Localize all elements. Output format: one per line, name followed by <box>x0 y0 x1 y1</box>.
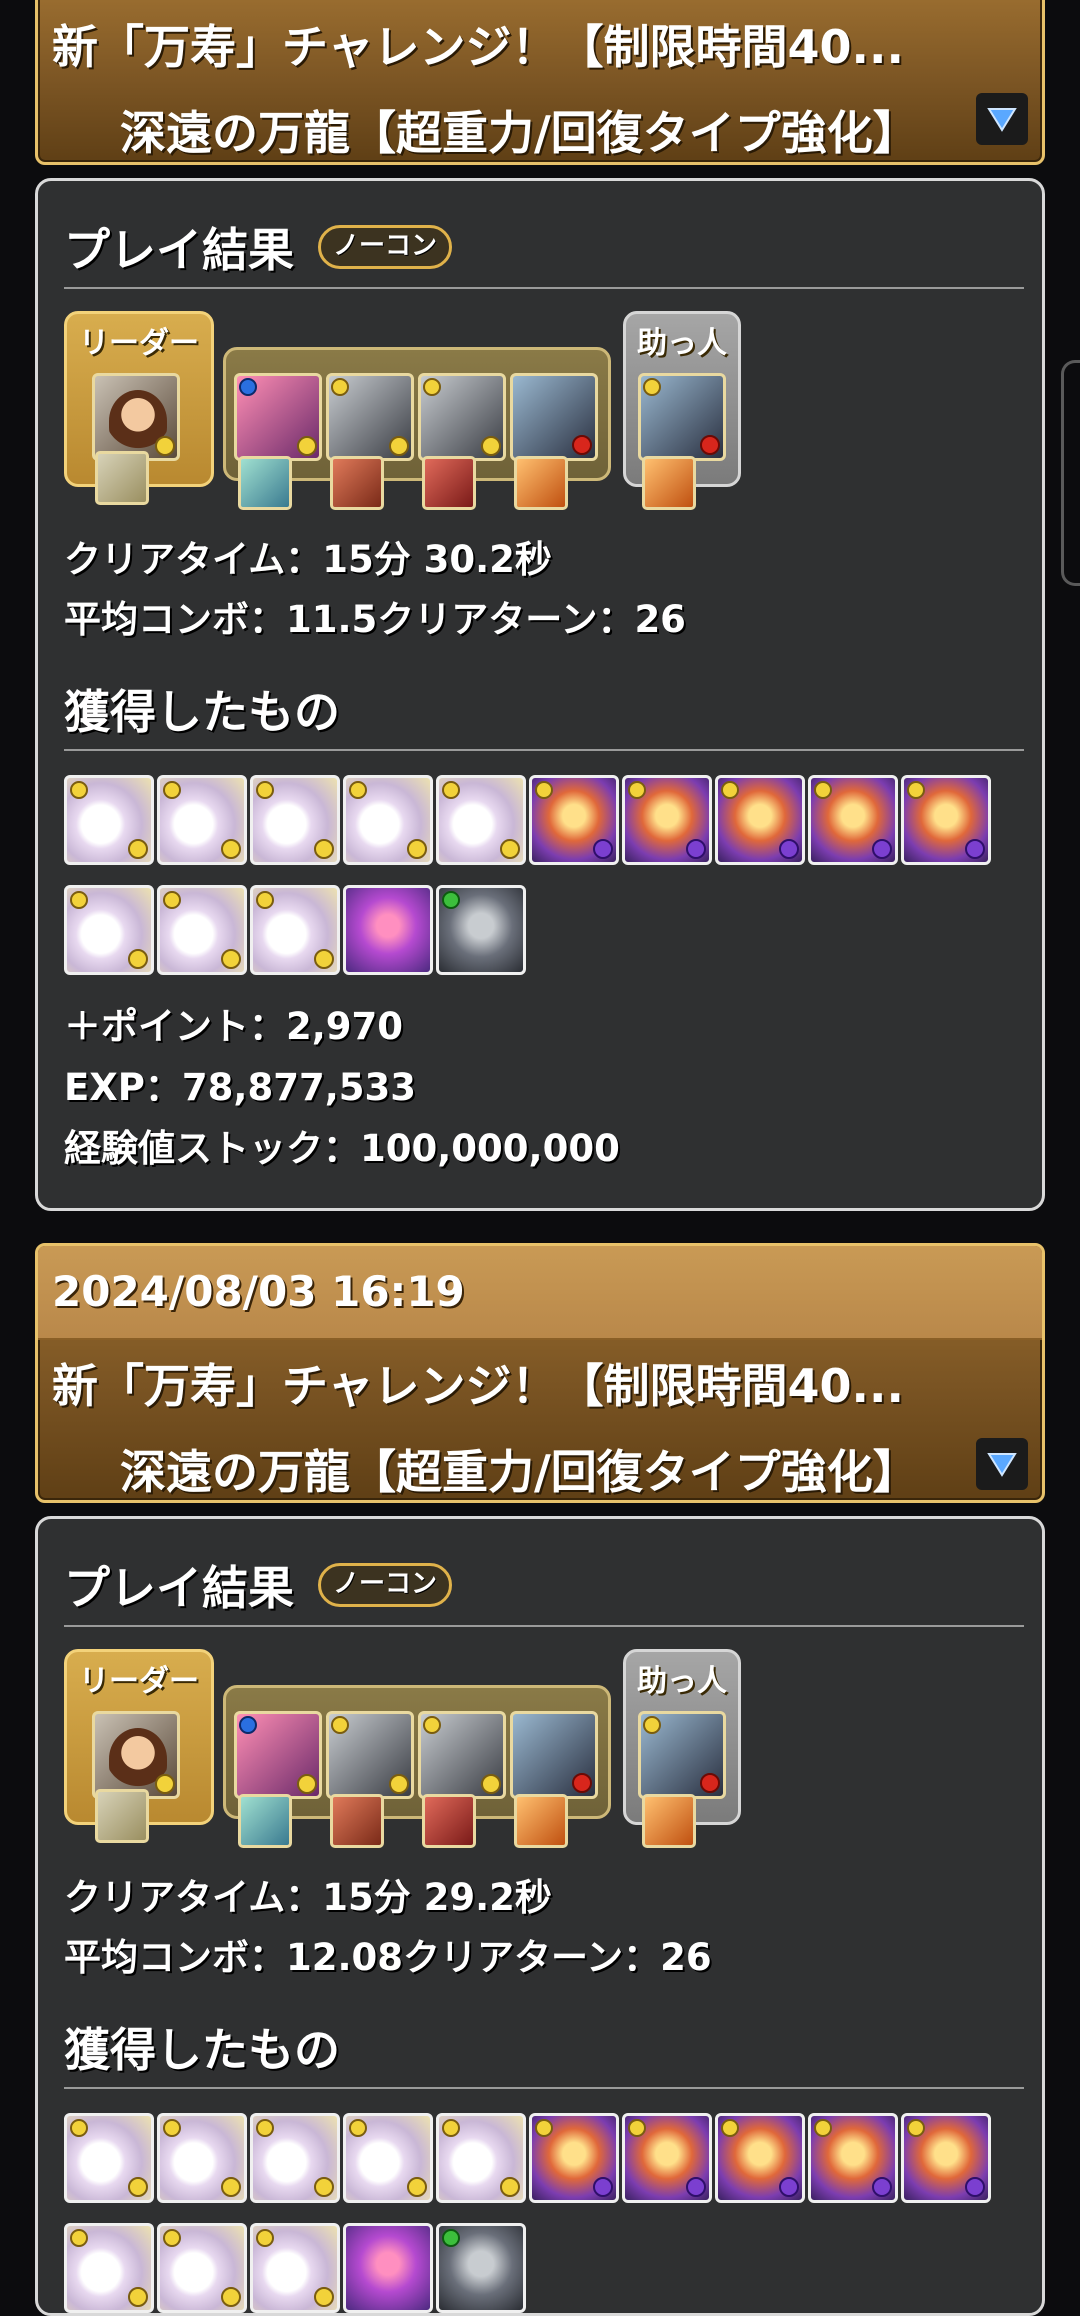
reward-mask-icon[interactable] <box>436 885 526 975</box>
play-date: 2024/08/03 16:19 <box>38 1246 1042 1340</box>
divider <box>64 749 1024 751</box>
dungeon-history-page: 新「万寿」チャレンジ！【制限時間40... 深遠の万龍【超重力/回復タイプ強化】… <box>0 0 1080 2316</box>
leader-label: リーダー <box>79 326 199 361</box>
result-heading: プレイ結果 <box>64 223 294 277</box>
dungeon-header-2[interactable]: 2024/08/03 16:19 新「万寿」チャレンジ！【制限時間40... 深… <box>35 1243 1045 1503</box>
reward-egg-icon[interactable] <box>250 775 340 865</box>
reward-dragon-icon[interactable] <box>808 2113 898 2203</box>
sub-monster-1-icon[interactable] <box>234 1711 322 1799</box>
reward-egg-icon[interactable] <box>157 775 247 865</box>
leader-monster-icon[interactable] <box>92 373 180 461</box>
sub-monster-4-icon[interactable] <box>510 373 598 461</box>
reward-egg-icon[interactable] <box>343 2113 433 2203</box>
reward-mask-icon[interactable] <box>436 2223 526 2313</box>
combo-and-turns: 平均コンボ：12.08クリアターン：26 <box>64 1936 712 1979</box>
reward-dragon-icon[interactable] <box>715 775 805 865</box>
reward-egg-icon[interactable] <box>157 2223 247 2313</box>
leader-monster-icon[interactable] <box>92 1711 180 1799</box>
exp-stock: 経験値ストック：100,000,000 <box>64 1127 620 1170</box>
floor-title: 深遠の万龍【超重力/回復タイプ強化】 <box>120 106 919 160</box>
reward-egg-icon[interactable] <box>157 2113 247 2203</box>
result-heading: プレイ結果 <box>64 1561 294 1615</box>
clear-time: クリアタイム：15分 29.2秒 <box>64 1876 552 1919</box>
divider <box>64 2087 1024 2089</box>
leader-assist-icon[interactable] <box>95 1789 149 1843</box>
reward-egg-icon[interactable] <box>250 2113 340 2203</box>
sub-assist-4-icon[interactable] <box>514 1794 568 1848</box>
reward-dragon-icon[interactable] <box>529 775 619 865</box>
sub-assist-2-icon[interactable] <box>330 456 384 510</box>
reward-egg-icon[interactable] <box>436 2113 526 2203</box>
helper-label: 助っ人 <box>637 1664 727 1699</box>
floor-title: 深遠の万龍【超重力/回復タイプ強化】 <box>120 1445 919 1499</box>
reward-egg-icon[interactable] <box>250 885 340 975</box>
no-continue-badge: ノーコン <box>318 1563 453 1607</box>
scrollbar[interactable] <box>1061 360 1080 586</box>
helper-assist-icon[interactable] <box>642 456 696 510</box>
reward-dragon-icon[interactable] <box>808 775 898 865</box>
rewards-heading: 獲得したもの <box>64 2023 340 2077</box>
reward-demon-icon[interactable] <box>343 885 433 975</box>
divider <box>64 287 1024 289</box>
sub-assist-1-icon[interactable] <box>238 1794 292 1848</box>
sub-monster-1-icon[interactable] <box>234 373 322 461</box>
expand-button[interactable] <box>976 1438 1028 1490</box>
no-continue-badge: ノーコン <box>318 225 453 269</box>
exp-gained: EXP：78,877,533 <box>64 1066 416 1109</box>
helper-assist-icon[interactable] <box>642 1794 696 1848</box>
reward-egg-icon[interactable] <box>157 885 247 975</box>
sub-monster-2-icon[interactable] <box>326 373 414 461</box>
helper-monster-icon[interactable] <box>638 373 726 461</box>
combo-and-turns: 平均コンボ：11.5クリアターン：26 <box>64 598 686 641</box>
reward-egg-icon[interactable] <box>64 885 154 975</box>
triangle-down-icon <box>987 1453 1017 1477</box>
reward-egg-icon[interactable] <box>64 2223 154 2313</box>
sub-assist-4-icon[interactable] <box>514 456 568 510</box>
divider <box>64 1625 1024 1627</box>
reward-dragon-icon[interactable] <box>901 775 991 865</box>
sub-monster-3-icon[interactable] <box>418 373 506 461</box>
helper-label: 助っ人 <box>637 326 727 361</box>
sub-assist-2-icon[interactable] <box>330 1794 384 1848</box>
plus-points: ＋ポイント：2,970 <box>64 1005 404 1048</box>
result-card-1: プレイ結果 ノーコン リーダー 助っ人 クリアタイム：15分 30.2秒 平均コ… <box>35 178 1045 1211</box>
dungeon-title: 新「万寿」チャレンジ！【制限時間40... <box>52 20 904 74</box>
expand-button[interactable] <box>976 93 1028 145</box>
dungeon-title: 新「万寿」チャレンジ！【制限時間40... <box>52 1359 904 1413</box>
reward-egg-icon[interactable] <box>250 2223 340 2313</box>
reward-dragon-icon[interactable] <box>529 2113 619 2203</box>
rewards-heading: 獲得したもの <box>64 685 340 739</box>
reward-dragon-icon[interactable] <box>622 2113 712 2203</box>
reward-egg-icon[interactable] <box>64 775 154 865</box>
dungeon-header-1[interactable]: 新「万寿」チャレンジ！【制限時間40... 深遠の万龍【超重力/回復タイプ強化】 <box>35 0 1045 165</box>
reward-egg-icon[interactable] <box>64 2113 154 2203</box>
sub-assist-3-icon[interactable] <box>422 1794 476 1848</box>
reward-dragon-icon[interactable] <box>715 2113 805 2203</box>
sub-assist-3-icon[interactable] <box>422 456 476 510</box>
reward-demon-icon[interactable] <box>343 2223 433 2313</box>
sub-monster-3-icon[interactable] <box>418 1711 506 1799</box>
reward-egg-icon[interactable] <box>436 775 526 865</box>
helper-monster-icon[interactable] <box>638 1711 726 1799</box>
triangle-down-icon <box>987 108 1017 132</box>
clear-time: クリアタイム：15分 30.2秒 <box>64 538 552 581</box>
reward-dragon-icon[interactable] <box>622 775 712 865</box>
leader-label: リーダー <box>79 1664 199 1699</box>
reward-dragon-icon[interactable] <box>901 2113 991 2203</box>
reward-egg-icon[interactable] <box>343 775 433 865</box>
sub-monster-2-icon[interactable] <box>326 1711 414 1799</box>
sub-assist-1-icon[interactable] <box>238 456 292 510</box>
result-card-2: プレイ結果 ノーコン リーダー 助っ人 クリアタイム：15分 29.2秒 平均コ… <box>35 1516 1045 2316</box>
leader-assist-icon[interactable] <box>95 451 149 505</box>
sub-monster-4-icon[interactable] <box>510 1711 598 1799</box>
